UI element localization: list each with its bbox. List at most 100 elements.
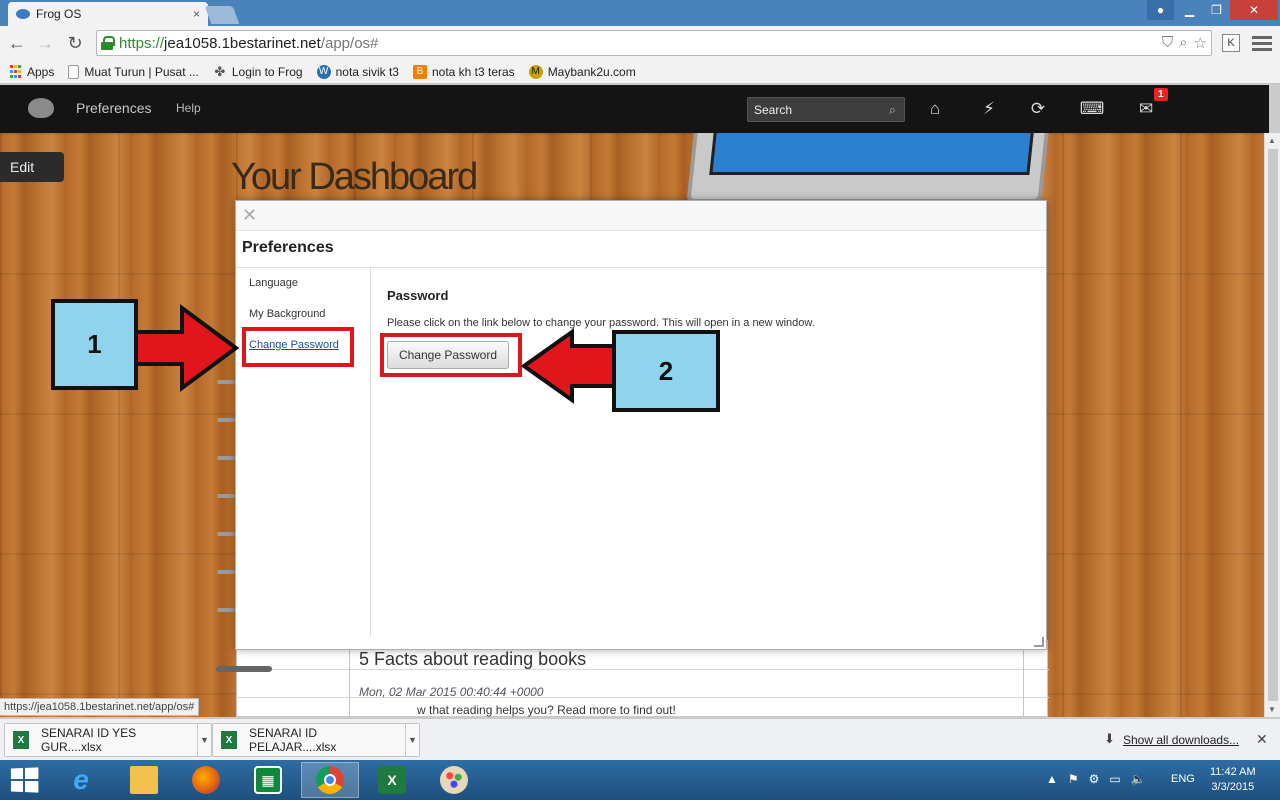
dashboard-title: Your Dashboard bbox=[231, 156, 478, 198]
excel-file-icon: X bbox=[13, 731, 29, 749]
browser-tabstrip: Frog OS × ● ▁ ❐ ✕ bbox=[0, 0, 1280, 26]
preferences-menu: Language My Background Change Password bbox=[236, 268, 371, 637]
wordpress-icon: W bbox=[316, 64, 331, 79]
power-icon[interactable]: ▭ bbox=[1109, 772, 1120, 786]
bookmark-label: nota kh t3 teras bbox=[431, 64, 515, 79]
resize-grip-icon[interactable] bbox=[1034, 637, 1044, 647]
maybank-icon: M bbox=[528, 64, 543, 79]
volume-icon[interactable]: 🔈 bbox=[1131, 772, 1146, 786]
nav-preferences[interactable]: Preferences bbox=[76, 100, 151, 116]
step-callout-2: 2 bbox=[612, 330, 720, 412]
flag-icon[interactable]: ⚑ bbox=[1068, 772, 1079, 786]
excel-icon[interactable]: X bbox=[363, 762, 421, 798]
chrome-menu-icon[interactable] bbox=[1252, 32, 1272, 54]
browser-toolbar: ← → ↻ https://jea1058.1bestarinet.net/ap… bbox=[0, 26, 1280, 60]
firefox-icon[interactable] bbox=[177, 762, 235, 798]
system-clock[interactable]: 11:42 AM 3/3/2015 bbox=[1210, 765, 1256, 795]
windows-start-icon[interactable] bbox=[10, 767, 39, 793]
bookmark-label: nota sivik t3 bbox=[335, 64, 399, 79]
bookmark-muat-turun[interactable]: Muat Turun | Pusat ... bbox=[68, 64, 199, 79]
menu-language[interactable]: Language bbox=[249, 277, 298, 289]
chevron-down-icon[interactable]: ▼ bbox=[197, 724, 211, 756]
bookmark-nota-sivik[interactable]: W nota sivik t3 bbox=[316, 64, 399, 79]
bookmark-apps[interactable]: Apps bbox=[8, 65, 54, 79]
file-explorer-icon[interactable] bbox=[115, 762, 173, 798]
search-icon: ⌕ bbox=[888, 102, 896, 117]
blogger-icon: B bbox=[412, 64, 427, 79]
star-bookmark-icon[interactable]: ☆ bbox=[1194, 34, 1207, 52]
arrow-left-icon bbox=[520, 328, 618, 404]
tab-close-icon[interactable]: × bbox=[193, 7, 200, 21]
post-excerpt: w that reading helps you? Read more to f… bbox=[417, 703, 676, 717]
download-filename: SENARAI ID YES GUR....xlsx bbox=[41, 726, 137, 754]
dialog-close-icon[interactable]: ✕ bbox=[242, 205, 257, 226]
search-placeholder: Search bbox=[754, 103, 793, 117]
notebook-widget: 5 Facts about reading books Mon, 02 Mar … bbox=[236, 640, 1049, 718]
menu-my-background[interactable]: My Background bbox=[249, 308, 325, 320]
bookmark-label: Apps bbox=[27, 64, 55, 79]
system-tray: ▲ ⚑ ⚙ ▭ 🔈 bbox=[1046, 772, 1146, 786]
network-share-icon[interactable]: ⚙ bbox=[1089, 772, 1100, 786]
page-scrollbar[interactable]: ▲ ▼ bbox=[1264, 133, 1280, 717]
notebook-clip bbox=[216, 666, 272, 672]
download-item[interactable]: X SENARAI ID YES GUR....xlsx ▼ bbox=[4, 723, 212, 757]
paint-icon[interactable] bbox=[425, 762, 483, 798]
chevron-down-icon[interactable]: ▼ bbox=[405, 724, 419, 756]
download-filename: SENARAI ID PELAJAR....xlsx bbox=[249, 726, 337, 754]
show-all-downloads-link[interactable]: Show all downloads... bbox=[1123, 733, 1239, 747]
password-heading: Password bbox=[387, 288, 449, 303]
show-hidden-icons-icon[interactable]: ▲ bbox=[1046, 772, 1058, 786]
internet-explorer-icon[interactable]: e bbox=[52, 762, 110, 798]
chrome-icon[interactable] bbox=[301, 762, 359, 798]
apps-grid-icon bbox=[8, 65, 22, 79]
input-language[interactable]: ENG bbox=[1171, 773, 1195, 785]
store-icon[interactable]: ▦ bbox=[239, 762, 297, 798]
shield-icon[interactable]: ⛉ bbox=[1162, 34, 1173, 52]
post-date: Mon, 02 Mar 2015 00:40:44 +0000 bbox=[359, 685, 544, 699]
tab-frog-os[interactable]: Frog OS × bbox=[8, 2, 208, 26]
lock-icon bbox=[101, 36, 115, 50]
clock-time: 11:42 AM bbox=[1210, 766, 1256, 778]
search-input[interactable]: Search ⌕ bbox=[747, 97, 905, 122]
close-downloads-icon[interactable]: ✕ bbox=[1256, 731, 1268, 748]
bookmarks-bar: Apps Muat Turun | Pusat ... ✤ Login to F… bbox=[0, 60, 1280, 84]
new-tab-button[interactable] bbox=[204, 6, 240, 24]
bookmark-label: Muat Turun | Pusat ... bbox=[84, 64, 199, 79]
frog-logo-icon[interactable] bbox=[28, 98, 54, 118]
keyboard-icon[interactable]: ⌨ bbox=[1080, 98, 1105, 120]
address-url: https://jea1058.1bestarinet.net/app/os# bbox=[119, 34, 379, 52]
frog-topbar: Preferences Help Search ⌕ ⌂ ⚡ ⟳ ⌨ ✉ bbox=[0, 85, 1269, 133]
post-title[interactable]: 5 Facts about reading books bbox=[359, 649, 586, 670]
user-profile-icon[interactable]: ● bbox=[1147, 0, 1174, 20]
lightning-icon[interactable]: ⚡ bbox=[978, 98, 1000, 120]
minimize-button[interactable]: ▁ bbox=[1176, 0, 1203, 20]
chat-icon[interactable]: ✉ bbox=[1135, 98, 1157, 120]
address-bar[interactable]: https://jea1058.1bestarinet.net/app/os# … bbox=[96, 30, 1212, 56]
zoom-icon[interactable]: ⌕ bbox=[1179, 34, 1187, 52]
page-icon bbox=[68, 64, 80, 79]
step-callout-1: 1 bbox=[51, 299, 138, 390]
nav-help[interactable]: Help bbox=[176, 101, 201, 115]
download-item[interactable]: X SENARAI ID PELAJAR....xlsx ▼ bbox=[212, 723, 420, 757]
extension-button[interactable]: K bbox=[1222, 34, 1240, 52]
bookmark-label: Login to Frog bbox=[231, 64, 303, 79]
excel-file-icon: X bbox=[221, 731, 237, 749]
home-icon[interactable]: ⌂ bbox=[924, 98, 946, 120]
bookmark-maybank[interactable]: M Maybank2u.com bbox=[528, 64, 636, 79]
status-url-bubble: https://jea1058.1bestarinet.net/app/os# bbox=[0, 698, 200, 716]
password-instructions: Please click on the link below to change… bbox=[387, 317, 815, 329]
forward-arrow-icon[interactable]: → bbox=[34, 32, 56, 54]
clock-date: 3/3/2015 bbox=[1211, 781, 1255, 793]
bookmark-nota-kh[interactable]: B nota kh t3 teras bbox=[412, 64, 515, 79]
bookmark-login-frog[interactable]: ✤ Login to Frog bbox=[213, 63, 303, 79]
frog-icon: ✤ bbox=[214, 63, 226, 79]
dialog-title: Preferences bbox=[242, 239, 334, 256]
refresh-cycle-icon[interactable]: ⟳ bbox=[1027, 98, 1049, 120]
back-arrow-icon[interactable]: ← bbox=[6, 32, 28, 54]
edit-button[interactable]: Edit bbox=[0, 152, 64, 182]
highlight-change-password-link bbox=[242, 327, 354, 367]
reload-icon[interactable]: ↻ bbox=[64, 32, 86, 54]
maximize-button[interactable]: ❐ bbox=[1203, 0, 1230, 20]
laptop-image bbox=[686, 133, 1049, 203]
close-window-button[interactable]: ✕ bbox=[1230, 0, 1278, 20]
